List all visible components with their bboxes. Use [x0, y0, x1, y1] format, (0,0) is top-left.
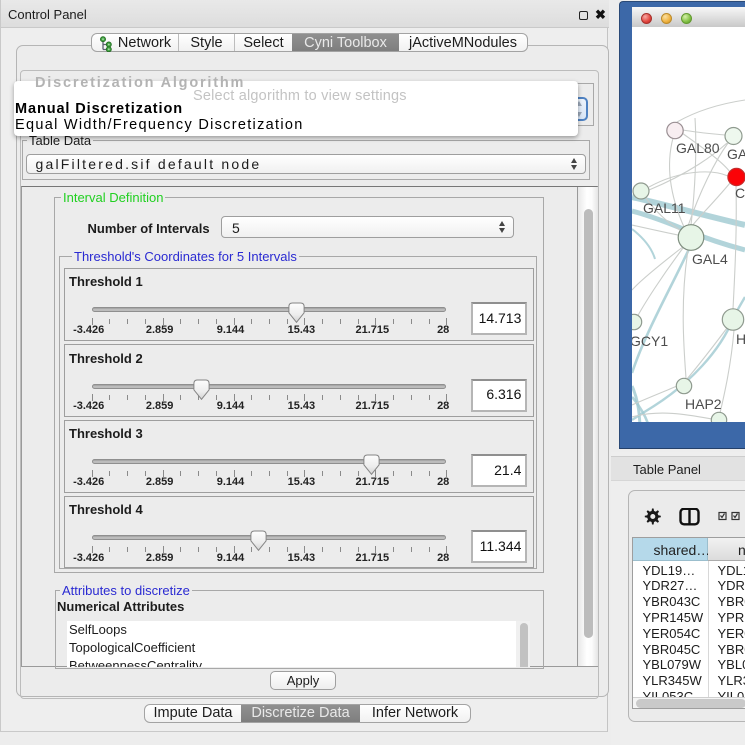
svg-text:GAL11: GAL11	[643, 200, 686, 216]
svg-text:HAP2: HAP2	[685, 396, 722, 412]
svg-text:GAL80: GAL80	[676, 140, 720, 156]
svg-text:GCY1: GCY1	[632, 333, 668, 349]
svg-text:CY: CY	[735, 185, 745, 201]
svg-text:GAL4: GAL4	[692, 251, 728, 267]
svg-text:GA: GA	[727, 146, 745, 162]
svg-text:H: H	[736, 331, 745, 347]
